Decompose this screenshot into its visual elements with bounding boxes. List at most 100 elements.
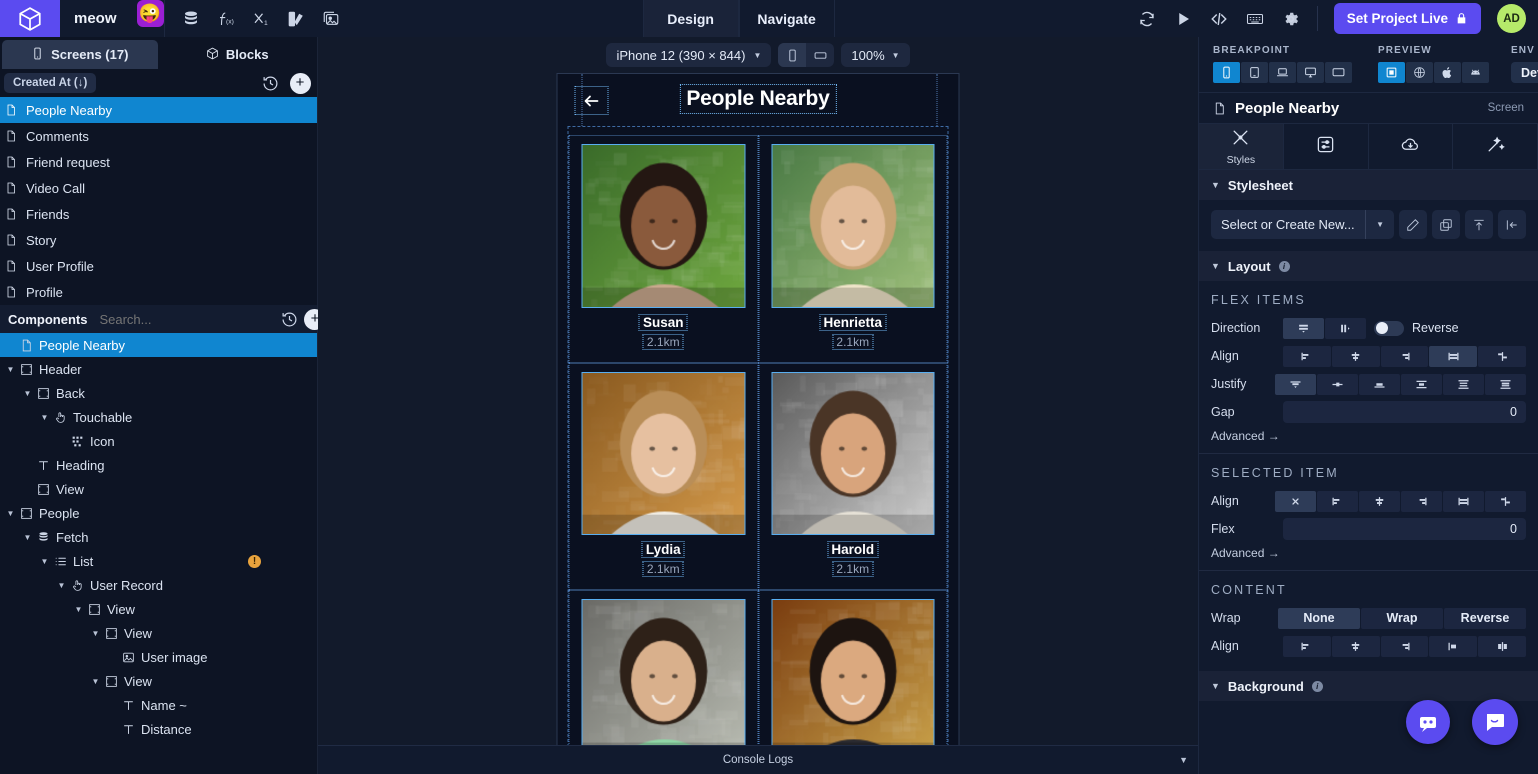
chevron-down-icon[interactable]: ▼ (21, 389, 34, 398)
tree-item-list[interactable]: ▼ List! (0, 549, 317, 573)
project-emoji[interactable]: 😜 (137, 0, 164, 27)
theme-icon[interactable] (286, 9, 306, 29)
person-card[interactable] (569, 590, 759, 745)
wrap-reverse-button[interactable]: Reverse (1444, 608, 1526, 629)
tree-item-people-nearby[interactable]: ▼People Nearby (0, 333, 317, 357)
selected-align-start-button[interactable] (1317, 491, 1358, 512)
flex-items-advanced-link[interactable]: Advanced → (1211, 429, 1526, 443)
tab-styles[interactable]: Styles (1199, 124, 1284, 169)
tab-properties[interactable] (1284, 124, 1369, 169)
tree-item-view[interactable]: ▼View (0, 669, 317, 693)
preview-apple-button[interactable] (1434, 62, 1461, 83)
function-icon[interactable]: (x) (216, 9, 236, 29)
screen-item-video-call[interactable]: Video Call (0, 175, 317, 201)
selected-align-none-button[interactable] (1275, 491, 1316, 512)
info-icon[interactable]: i (1279, 261, 1290, 272)
tree-item-touchable[interactable]: ▼ Touchable (0, 405, 317, 429)
tab-design[interactable]: Design (643, 0, 739, 37)
selected-align-center-button[interactable] (1359, 491, 1400, 512)
align-start-button[interactable] (1283, 346, 1331, 367)
code-icon[interactable] (1209, 9, 1229, 29)
wrap-none-button[interactable]: None (1278, 608, 1360, 629)
preview-back-button[interactable] (575, 86, 609, 115)
tree-item-fetch[interactable]: ▼ Fetch (0, 525, 317, 549)
stylesheet-select[interactable]: Select or Create New... ▼ (1211, 210, 1394, 239)
chevron-down-icon[interactable]: ▼ (89, 629, 102, 638)
keyboard-icon[interactable] (1245, 9, 1265, 29)
tab-magic[interactable] (1453, 124, 1538, 169)
wrap-wrap-button[interactable]: Wrap (1361, 608, 1443, 629)
selected-item-advanced-link[interactable]: Advanced → (1211, 546, 1526, 560)
direction-row-button[interactable] (1325, 318, 1366, 339)
chevron-down-icon[interactable]: ▼ (72, 605, 85, 614)
tree-item-user-record[interactable]: ▼ User Record (0, 573, 317, 597)
upload-icon[interactable] (1465, 210, 1493, 239)
screen-item-story[interactable]: Story (0, 227, 317, 253)
tab-navigate[interactable]: Navigate (739, 0, 835, 37)
pencil-icon[interactable] (1399, 210, 1427, 239)
chevron-down-icon[interactable]: ▼ (21, 533, 34, 542)
align-end-button[interactable] (1381, 346, 1429, 367)
background-section-header[interactable]: ▼ Background i (1199, 671, 1538, 701)
orientation-portrait-button[interactable] (778, 43, 806, 67)
env-selector[interactable]: Dev (1511, 62, 1538, 83)
console-logs-bar[interactable]: Console Logs ▼ (318, 745, 1198, 774)
gap-input[interactable]: 0 (1283, 401, 1526, 423)
person-card[interactable]: Lydia 2.1km (569, 363, 759, 591)
content-align-start-button[interactable] (1283, 636, 1331, 657)
screen-item-people-nearby[interactable]: People Nearby (0, 97, 317, 123)
screen-item-friends[interactable]: Friends (0, 201, 317, 227)
chatbot-fab[interactable] (1406, 700, 1450, 744)
sort-chip[interactable]: Created At (↓) (4, 73, 96, 93)
flex-input[interactable]: 0 (1283, 518, 1526, 540)
justify-around-button[interactable] (1443, 374, 1484, 395)
justify-center-button[interactable] (1317, 374, 1358, 395)
align-center-button[interactable] (1332, 346, 1380, 367)
breakpoint-desktop-button[interactable] (1297, 62, 1324, 83)
tree-item-heading[interactable]: ▼Heading (0, 453, 317, 477)
content-align-around-button[interactable] (1478, 636, 1526, 657)
sidebar-tab-screens[interactable]: Screens (17) (2, 40, 158, 69)
screen-item-profile[interactable]: Profile (0, 279, 317, 305)
justify-evenly-button[interactable] (1485, 374, 1526, 395)
person-card[interactable]: Harold 2.1km (758, 363, 948, 591)
orientation-landscape-button[interactable] (806, 43, 834, 67)
gear-icon[interactable] (1281, 9, 1301, 29)
tab-download[interactable] (1369, 124, 1454, 169)
chevron-down-icon[interactable]: ▼ (55, 581, 68, 590)
direction-column-button[interactable] (1283, 318, 1324, 339)
chevron-down-icon[interactable]: ▼ (4, 365, 17, 374)
justify-start-button[interactable] (1275, 374, 1316, 395)
collapse-icon[interactable] (1498, 210, 1526, 239)
content-align-center-button[interactable] (1332, 636, 1380, 657)
breakpoint-phone-button[interactable] (1213, 62, 1240, 83)
align-baseline-button[interactable] (1478, 346, 1526, 367)
add-screen-button[interactable]: + (287, 70, 313, 96)
user-avatar[interactable]: AD (1497, 4, 1526, 33)
screen-item-comments[interactable]: Comments (0, 123, 317, 149)
breakpoint-laptop-button[interactable] (1269, 62, 1296, 83)
app-logo[interactable] (0, 0, 60, 37)
components-search-input[interactable] (93, 312, 275, 327)
play-icon[interactable] (1173, 9, 1193, 29)
database-icon[interactable] (181, 9, 201, 29)
sidebar-tab-blocks[interactable]: Blocks (160, 40, 316, 69)
person-card[interactable]: Henrietta 2.1km (758, 135, 948, 363)
screen-item-user-profile[interactable]: User Profile (0, 253, 317, 279)
tree-item-view[interactable]: ▼View (0, 621, 317, 645)
tree-item-people[interactable]: ▼ People (0, 501, 317, 525)
person-card[interactable]: Susan 2.1km (569, 135, 759, 363)
selected-align-end-button[interactable] (1401, 491, 1442, 512)
tree-item-view[interactable]: ▼View (0, 597, 317, 621)
device-selector[interactable]: iPhone 12 (390 × 844) ▼ (606, 43, 771, 67)
components-history-icon[interactable] (281, 306, 298, 332)
content-align-end-button[interactable] (1381, 636, 1429, 657)
breakpoint-tv-button[interactable] (1325, 62, 1352, 83)
person-card[interactable] (758, 590, 948, 745)
tree-item-name[interactable]: ▼Name ~ (0, 693, 317, 717)
selected-align-baseline-button[interactable] (1485, 491, 1526, 512)
justify-between-button[interactable] (1401, 374, 1442, 395)
align-stretch-button[interactable] (1429, 346, 1477, 367)
preview-web-button[interactable] (1406, 62, 1433, 83)
reverse-toggle[interactable] (1374, 321, 1404, 336)
